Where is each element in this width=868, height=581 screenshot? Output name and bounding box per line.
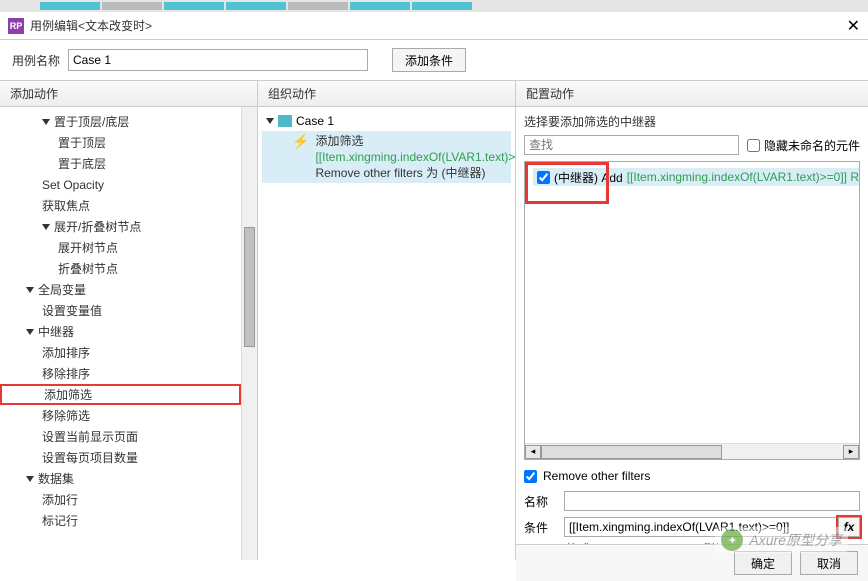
tree-item-label: 置于顶层/底层 — [54, 113, 129, 130]
hide-unnamed-checkbox[interactable]: 隐藏未命名的元件 — [747, 137, 860, 154]
tree-item-label: 获取焦点 — [42, 197, 90, 214]
tree-item[interactable]: 添加行 — [0, 489, 241, 510]
tree-item-label: 添加行 — [42, 491, 78, 508]
organize-header: 组织动作 — [258, 81, 515, 107]
tree-item[interactable]: 设置当前显示页面 — [0, 426, 241, 447]
close-icon[interactable]: ✕ — [847, 16, 860, 36]
tree-item[interactable]: 设置每页项目数量 — [0, 447, 241, 468]
tree-item[interactable]: 添加排序 — [0, 342, 241, 363]
tree-item[interactable]: 数据集 — [0, 468, 241, 489]
cancel-button[interactable]: 取消 — [800, 551, 858, 575]
window-title: 用例编辑<文本改变时> — [30, 17, 152, 34]
tree-item-label: 移除排序 — [42, 365, 90, 382]
watermark-text: Axure原型分享 — [749, 530, 842, 550]
tree-item-label: Set Opacity — [42, 178, 104, 192]
ok-button[interactable]: 确定 — [734, 551, 792, 575]
bolt-icon: ⚡ — [292, 133, 309, 181]
configure-header: 配置动作 — [516, 81, 868, 107]
condition-field-label: 条件 — [524, 519, 556, 536]
tree-item[interactable]: 置于顶层 — [0, 132, 241, 153]
remove-filters-label: Remove other filters — [543, 469, 650, 483]
chevron-down-icon — [266, 118, 274, 124]
name-field-input[interactable] — [564, 491, 860, 511]
tree-item-label: 展开/折叠树节点 — [54, 218, 141, 235]
tree-item-label: 全局变量 — [38, 281, 86, 298]
case-name-row: 用例名称 添加条件 — [0, 40, 868, 80]
case-name-input[interactable] — [68, 49, 368, 71]
tree-item[interactable]: 展开树节点 — [0, 237, 241, 258]
tree-item[interactable]: 中继器 — [0, 321, 241, 342]
tree-item-label: 添加排序 — [42, 344, 90, 361]
tree-item-label: 置于底层 — [58, 155, 106, 172]
select-repeater-label: 选择要添加筛选的中继器 — [524, 113, 860, 133]
tree-item-label: 添加筛选 — [44, 386, 92, 403]
remove-filters-checkbox[interactable] — [524, 470, 537, 483]
tree-item[interactable]: 移除排序 — [0, 363, 241, 384]
tree-item[interactable]: 获取焦点 — [0, 195, 241, 216]
action-node[interactable]: ⚡ 添加筛选 [[Item.xingming.indexOf(LVAR1.tex… — [262, 131, 511, 183]
case-node[interactable]: Case 1 — [262, 111, 511, 131]
tree-item-label: 设置当前显示页面 — [42, 428, 138, 445]
add-condition-button[interactable]: 添加条件 — [392, 48, 466, 72]
repeater-list[interactable]: (中继器) Add [[Item.xingming.indexOf(LVAR1.… — [524, 161, 860, 460]
tree-item[interactable]: 全局变量 — [0, 279, 241, 300]
search-input[interactable] — [524, 135, 739, 155]
tree-item[interactable]: 设置变量值 — [0, 300, 241, 321]
scroll-left-icon[interactable]: ◂ — [525, 445, 541, 459]
scrollbar-thumb[interactable] — [244, 227, 255, 347]
chevron-down-icon — [26, 476, 34, 482]
scroll-right-icon[interactable]: ▸ — [843, 445, 859, 459]
chevron-down-icon — [42, 119, 50, 125]
tree-item-label: 展开树节点 — [58, 239, 118, 256]
tree-item[interactable]: 置于底层 — [0, 153, 241, 174]
chevron-down-icon — [26, 329, 34, 335]
add-action-header: 添加动作 — [0, 81, 257, 107]
chevron-down-icon — [42, 224, 50, 230]
wechat-icon: ✦ — [721, 529, 743, 551]
tree-item-label: 折叠树节点 — [58, 260, 118, 277]
tree-item[interactable]: 移除筛选 — [0, 405, 241, 426]
app-icon: RP — [8, 18, 24, 34]
scrollbar-thumb-h[interactable] — [541, 445, 722, 459]
highlight-box — [525, 162, 609, 204]
case-label: Case 1 — [296, 114, 334, 128]
case-icon — [278, 115, 292, 127]
watermark: ✦ Axure原型分享 — [715, 527, 848, 553]
tree-item-label: 标记行 — [42, 512, 78, 529]
tree-item[interactable]: 标记行 — [0, 510, 241, 531]
tree-item-label: 设置变量值 — [42, 302, 102, 319]
tree-item[interactable]: Set Opacity — [0, 174, 241, 195]
name-field-label: 名称 — [524, 493, 556, 510]
tree-item-label: 数据集 — [38, 470, 74, 487]
case-name-label: 用例名称 — [12, 52, 60, 69]
tree-item-label: 中继器 — [38, 323, 74, 340]
top-tab-stubs — [0, 0, 868, 12]
action-tree[interactable]: 置于顶层/底层置于顶层置于底层 Set Opacity 获取焦点展开/折叠树节点展开… — [0, 107, 241, 560]
tree-item-label: 置于顶层 — [58, 134, 106, 151]
scrollbar-horizontal[interactable]: ◂ ▸ — [525, 443, 859, 459]
tree-item[interactable]: 添加筛选 — [0, 384, 241, 405]
tree-item-label: 设置每页项目数量 — [42, 449, 138, 466]
scrollbar-vertical[interactable] — [241, 107, 257, 560]
titlebar: RP 用例编辑<文本改变时> ✕ — [0, 12, 868, 40]
tree-item-label: 移除筛选 — [42, 407, 90, 424]
tree-item[interactable]: 折叠树节点 — [0, 258, 241, 279]
tree-item[interactable]: 置于顶层/底层 — [0, 111, 241, 132]
chevron-down-icon — [26, 287, 34, 293]
tree-item[interactable]: 展开/折叠树节点 — [0, 216, 241, 237]
action-text: 添加筛选 [[Item.xingming.indexOf(LVAR1.text)… — [315, 133, 515, 181]
